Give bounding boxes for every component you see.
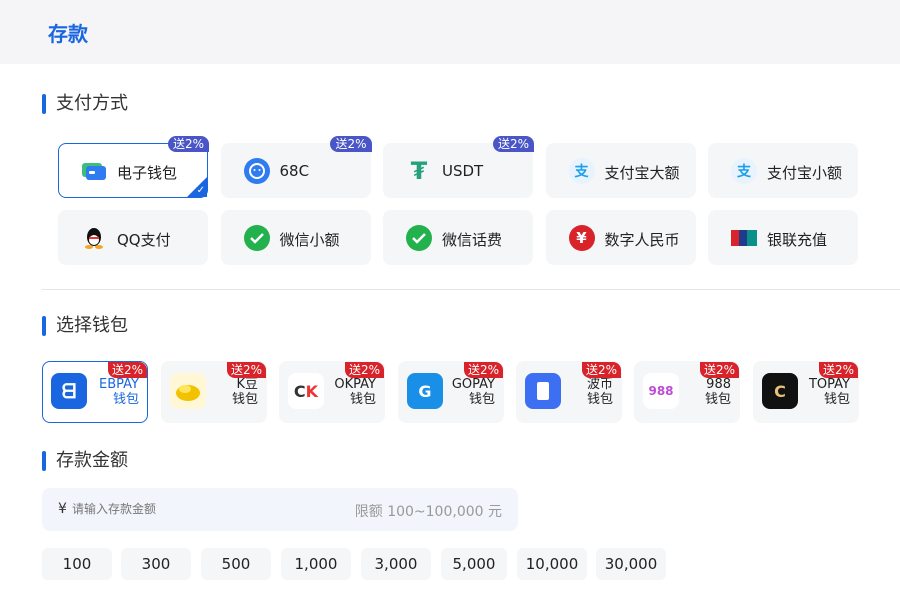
section-title-select-wallet: 选择钱包 [42,315,128,337]
wallet-name: OKPAY [334,377,376,392]
wechat-icon [406,225,432,251]
bonus-badge: 送2% [107,362,147,378]
wallet-option[interactable]: G GOPAY 钱包 送2% [398,361,504,423]
payment-method-option[interactable]: 银联充值 [708,210,858,265]
bonus-badge: 送2% [330,136,372,152]
alipay-icon: 支 [731,158,757,184]
payment-method-label: 银联充值 [767,231,828,249]
wallet-name: 波币 [586,377,613,392]
wallet-label: EBPAY 钱包 [99,377,139,407]
check-icon: ✓ [196,185,205,196]
quick-amount-chip[interactable]: 500 [201,548,271,580]
payment-method-label: 数字人民币 [604,231,680,249]
payment-method-option[interactable]: 支支付宝大额 [545,143,696,198]
quick-amount-chip[interactable]: 30,000 [596,548,666,580]
wallet-option[interactable]: CK OKPAY 钱包 送2% [279,361,385,423]
payment-method-label: USDT [442,162,484,180]
payment-method-option[interactable]: ¥ 数字人民币 [545,210,696,265]
payment-method-label: 68C [279,162,310,180]
amount-limit-text: 限额 100~100,000 元 [354,504,502,520]
payment-method-option[interactable]: 支支付宝小额 [708,143,858,198]
payment-method-label: 电子钱包 [117,164,178,182]
wallet-label: GOPAY 钱包 [452,377,495,407]
wallet-name: 988 [706,377,731,392]
bonus-badge: 送2% [492,136,534,152]
payment-method-label: QQ支付 [117,231,171,249]
wallet-option[interactable]: 988 988 钱包 送2% [634,361,740,423]
topay-icon: C [762,373,798,409]
bonus-badge: 送2% [581,362,621,378]
wallet-sub-label: 钱包 [112,392,139,407]
wallet-sub-label: 钱包 [823,392,850,407]
wallet-sub-label: 钱包 [704,392,731,407]
quick-amount-chip[interactable]: 3,000 [361,548,431,580]
payment-method-option[interactable]: ₮ USDT 送2% [383,136,534,198]
quick-amount-chip[interactable]: 300 [121,548,191,580]
wallet-sub-label: 钱包 [468,392,495,407]
page-header: 存款 [0,0,900,64]
payment-method-label: 微信话费 [442,231,503,249]
wallet-option[interactable]: 波币 钱包 送2% [516,361,622,423]
gopay-icon: G [407,373,443,409]
wallet-sub-label: 钱包 [231,392,258,407]
wallet-label: 988 钱包 [705,377,731,407]
qq-icon [81,225,107,251]
payment-method-label: 支付宝小额 [767,164,843,182]
bonus-badge: 送2% [818,362,858,378]
bonus-badge: 送2% [699,362,739,378]
payment-method-option[interactable]: 微信话费 [383,210,533,265]
card-icon [81,158,107,184]
wallet-label: TOPAY 钱包 [809,377,850,407]
wallet-sub-label: 钱包 [586,392,613,407]
quick-amount-chip[interactable]: 10,000 [517,548,587,580]
payment-method-option[interactable]: 电子钱包 送2% ✓ [58,136,209,198]
bonus-badge: 送2% [226,362,266,378]
quick-amount-chip[interactable]: 5,000 [441,548,507,580]
section-title-payment-method: 支付方式 [42,93,128,115]
wechat-icon [243,225,270,251]
quick-amount-chip[interactable]: 100 [42,548,112,580]
wallet-option[interactable]: K豆 钱包 送2% [161,361,267,423]
bobi-icon [525,373,561,409]
wallet-sub-label: 钱包 [349,392,376,407]
wallet-name: K豆 [236,377,258,392]
face-icon [243,158,270,184]
amount-input[interactable] [72,498,292,520]
section-title-deposit-amount: 存款金额 [42,450,128,472]
tether-icon: ₮ [410,157,428,185]
wallet-label: K豆 钱包 [232,377,258,407]
unionpay-icon [731,225,757,251]
currency-symbol: ¥ [58,501,67,517]
wallet-name: EBPAY [99,377,139,392]
alipay-icon: 支 [568,158,595,184]
kdou-icon [170,373,206,409]
okpay-icon: CK [288,373,324,409]
bonus-badge: 送2% [463,362,503,378]
payment-method-option[interactable]: 微信小额 [220,210,371,265]
bonus-badge: 送2% [167,136,209,152]
payment-method-label: 微信小额 [279,231,340,249]
payment-method-option[interactable]: 68C 送2% [220,136,372,198]
wallet-option[interactable]: C TOPAY 钱包 送2% [753,361,859,423]
wallet-label: 波币 钱包 [587,377,613,407]
amount-input-box: ¥ 限额 100~100,000 元 [42,488,518,531]
payment-method-label: 支付宝大额 [604,164,680,182]
payment-method-option[interactable]: QQ支付 [58,210,208,265]
yuan-icon: ¥ [568,225,595,251]
wallet-name: GOPAY [451,377,495,392]
ebpay-icon: ᗺ [51,373,87,409]
wallet-label: OKPAY 钱包 [334,377,376,407]
page-title: 存款 [48,22,88,46]
wallet-name: TOPAY [808,377,850,392]
quick-amount-chip[interactable]: 1,000 [281,548,351,580]
wallet-option[interactable]: ᗺ EBPAY 钱包 送2% [42,361,148,423]
988-icon: 988 [643,373,679,409]
bonus-badge: 送2% [344,362,384,378]
divider [42,289,900,290]
